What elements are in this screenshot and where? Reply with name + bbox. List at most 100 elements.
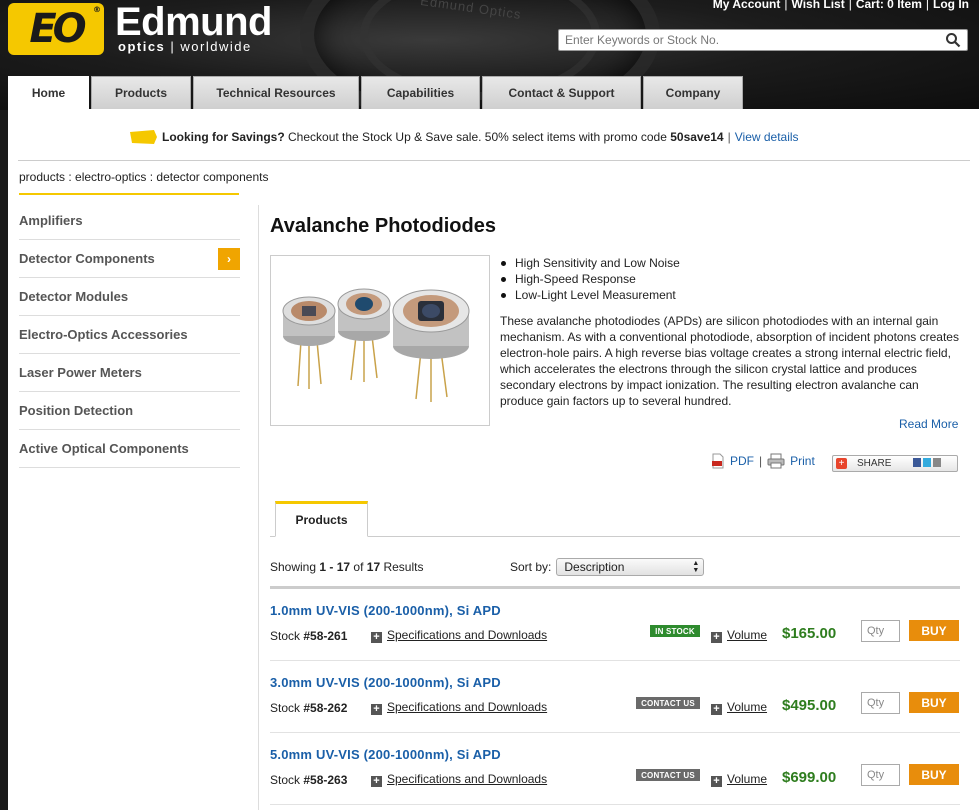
my-account-link[interactable]: My Account — [713, 0, 781, 11]
nav-tab-technical-resources[interactable]: Technical Resources — [193, 76, 359, 109]
product-name-link[interactable]: 1.0mm UV-VIS (200-1000nm), Si APD — [270, 603, 501, 618]
logo-tagline-bold: optics — [118, 39, 166, 54]
contact-us-badge[interactable]: CONTACT US — [636, 697, 700, 709]
divider — [18, 160, 970, 161]
nav-tab-capabilities[interactable]: Capabilities — [361, 76, 480, 109]
quantity-input[interactable]: Qty — [861, 692, 900, 714]
tab-products[interactable]: Products — [275, 501, 368, 537]
volume-toggle[interactable]: + Volume — [711, 772, 767, 787]
promo-text: Checkout the Stock Up & Save sale. 50% s… — [288, 130, 667, 144]
sort-select[interactable]: Description ▲ ▼ — [556, 558, 705, 576]
log-in-link[interactable]: Log In — [933, 0, 969, 11]
product-description: These avalanche photodiodes (APDs) are s… — [500, 314, 959, 408]
content-tabs: Products — [270, 501, 960, 537]
promo-banner: Looking for Savings? Checkout the Stock … — [128, 129, 799, 145]
product-image[interactable] — [270, 255, 490, 426]
read-more-link[interactable]: Read More — [899, 417, 958, 431]
stock-label: Stock — [270, 629, 301, 643]
promo-divider: | — [727, 130, 731, 144]
pdf-link[interactable]: PDF — [730, 454, 754, 468]
results-total: 17 — [366, 560, 381, 574]
product-row: 3.0mm UV-VIS (200-1000nm), Si APD Stock … — [270, 661, 960, 733]
expand-icon: + — [711, 704, 722, 715]
product-row: 5.0mm UV-VIS (200-1000nm), Si APD Stock … — [270, 733, 960, 805]
stock-status-badge: IN STOCK — [650, 625, 700, 637]
plus-icon: + — [836, 458, 847, 469]
view-details-link[interactable]: View details — [735, 130, 799, 144]
tools-divider: | — [759, 454, 763, 468]
print-link[interactable]: Print — [790, 454, 815, 468]
breadcrumb[interactable]: products : electro-optics : detector com… — [19, 170, 268, 184]
sidebar-item-detector-components[interactable]: Detector Components › — [19, 240, 240, 278]
promo-lead: Looking for Savings? — [162, 130, 285, 144]
sidebar-item-label: Electro-Optics Accessories — [19, 327, 188, 342]
logo-mark-text: EO — [29, 6, 86, 52]
sidebar-item-electro-optics-accessories[interactable]: Electro-Optics Accessories — [19, 316, 240, 354]
contact-us-badge[interactable]: CONTACT US — [636, 769, 700, 781]
results-label: Results — [383, 560, 424, 574]
sidebar-item-position-detection[interactable]: Position Detection — [19, 392, 240, 430]
sort-value: Description — [564, 560, 625, 574]
expand-icon: + — [371, 704, 382, 715]
expand-icon: + — [711, 632, 722, 643]
sidebar-item-amplifiers[interactable]: Amplifiers — [19, 202, 240, 240]
breadcrumb-underline — [19, 193, 239, 195]
email-icon — [933, 457, 942, 467]
specs-toggle[interactable]: + Specifications and Downloads — [371, 700, 547, 715]
search-input[interactable] — [559, 30, 939, 50]
sidebar-item-label: Laser Power Meters — [19, 365, 142, 380]
specs-toggle[interactable]: + Specifications and Downloads — [371, 772, 547, 787]
sidebar-item-label: Active Optical Components — [19, 441, 189, 456]
facebook-icon — [913, 457, 922, 467]
stock-label: Stock — [270, 773, 301, 787]
share-button[interactable]: + SHARE — [832, 455, 958, 472]
nav-tab-company[interactable]: Company — [643, 76, 743, 109]
sidebar-item-active-optical-components[interactable]: Active Optical Components — [19, 430, 240, 468]
volume-toggle[interactable]: + Volume — [711, 700, 767, 715]
site-header: Edmund Optics EO ® Edmund optics | world… — [0, 0, 979, 130]
specs-toggle[interactable]: + Specifications and Downloads — [371, 628, 547, 643]
results-of: of — [353, 560, 364, 574]
pdf-icon[interactable] — [710, 453, 726, 469]
page-tools: PDF | Print — [710, 453, 815, 469]
stock-number: Stock #58-262 — [270, 701, 347, 715]
product-name-link[interactable]: 3.0mm UV-VIS (200-1000nm), Si APD — [270, 675, 501, 690]
results-range: 1 - 17 — [319, 560, 351, 574]
sidebar-item-detector-modules[interactable]: Detector Modules — [19, 278, 240, 316]
expand-icon: + — [711, 776, 722, 787]
cart-link[interactable]: Cart: 0 Item — [856, 0, 922, 11]
buy-button[interactable]: BUY — [909, 764, 959, 785]
chevron-right-icon: › — [218, 247, 240, 270]
nav-tab-home[interactable]: Home — [8, 76, 89, 109]
price: $699.00 — [782, 769, 837, 786]
volume-label: Volume — [727, 628, 768, 642]
nav-tab-contact-support[interactable]: Contact & Support — [482, 76, 641, 109]
quantity-input[interactable]: Qty — [861, 620, 900, 642]
specs-label: Specifications and Downloads — [387, 628, 548, 642]
sidebar-item-laser-power-meters[interactable]: Laser Power Meters — [19, 354, 240, 392]
volume-toggle[interactable]: + Volume — [711, 628, 767, 643]
registered-icon: ® — [93, 5, 101, 14]
buy-button[interactable]: BUY — [909, 692, 959, 713]
logo-tagline-rest: | worldwide — [170, 39, 252, 54]
utility-links: My Account | Wish List | Cart: 0 Item | Log In — [713, 0, 969, 11]
price: $165.00 — [782, 625, 837, 642]
expand-icon: + — [371, 776, 382, 787]
twitter-icon — [923, 457, 932, 467]
wish-list-link[interactable]: Wish List — [791, 0, 844, 11]
page-title: Avalanche Photodiodes — [270, 215, 496, 237]
search-icon[interactable] — [945, 32, 961, 48]
sidebar-divider — [258, 205, 259, 810]
volume-label: Volume — [727, 772, 768, 786]
social-icons — [911, 457, 942, 470]
product-name-link[interactable]: 5.0mm UV-VIS (200-1000nm), Si APD — [270, 747, 501, 762]
nav-tab-products[interactable]: Products — [91, 76, 191, 109]
buy-button[interactable]: BUY — [909, 620, 959, 641]
logo-mark[interactable]: EO ® — [8, 3, 104, 55]
stock-value: #58-263 — [303, 773, 348, 787]
stock-value: #58-261 — [303, 629, 348, 643]
print-icon[interactable] — [766, 453, 786, 469]
quantity-input[interactable]: Qty — [861, 764, 900, 786]
feature-item: High Sensitivity and Low Noise — [500, 255, 680, 271]
price: $495.00 — [782, 697, 837, 714]
